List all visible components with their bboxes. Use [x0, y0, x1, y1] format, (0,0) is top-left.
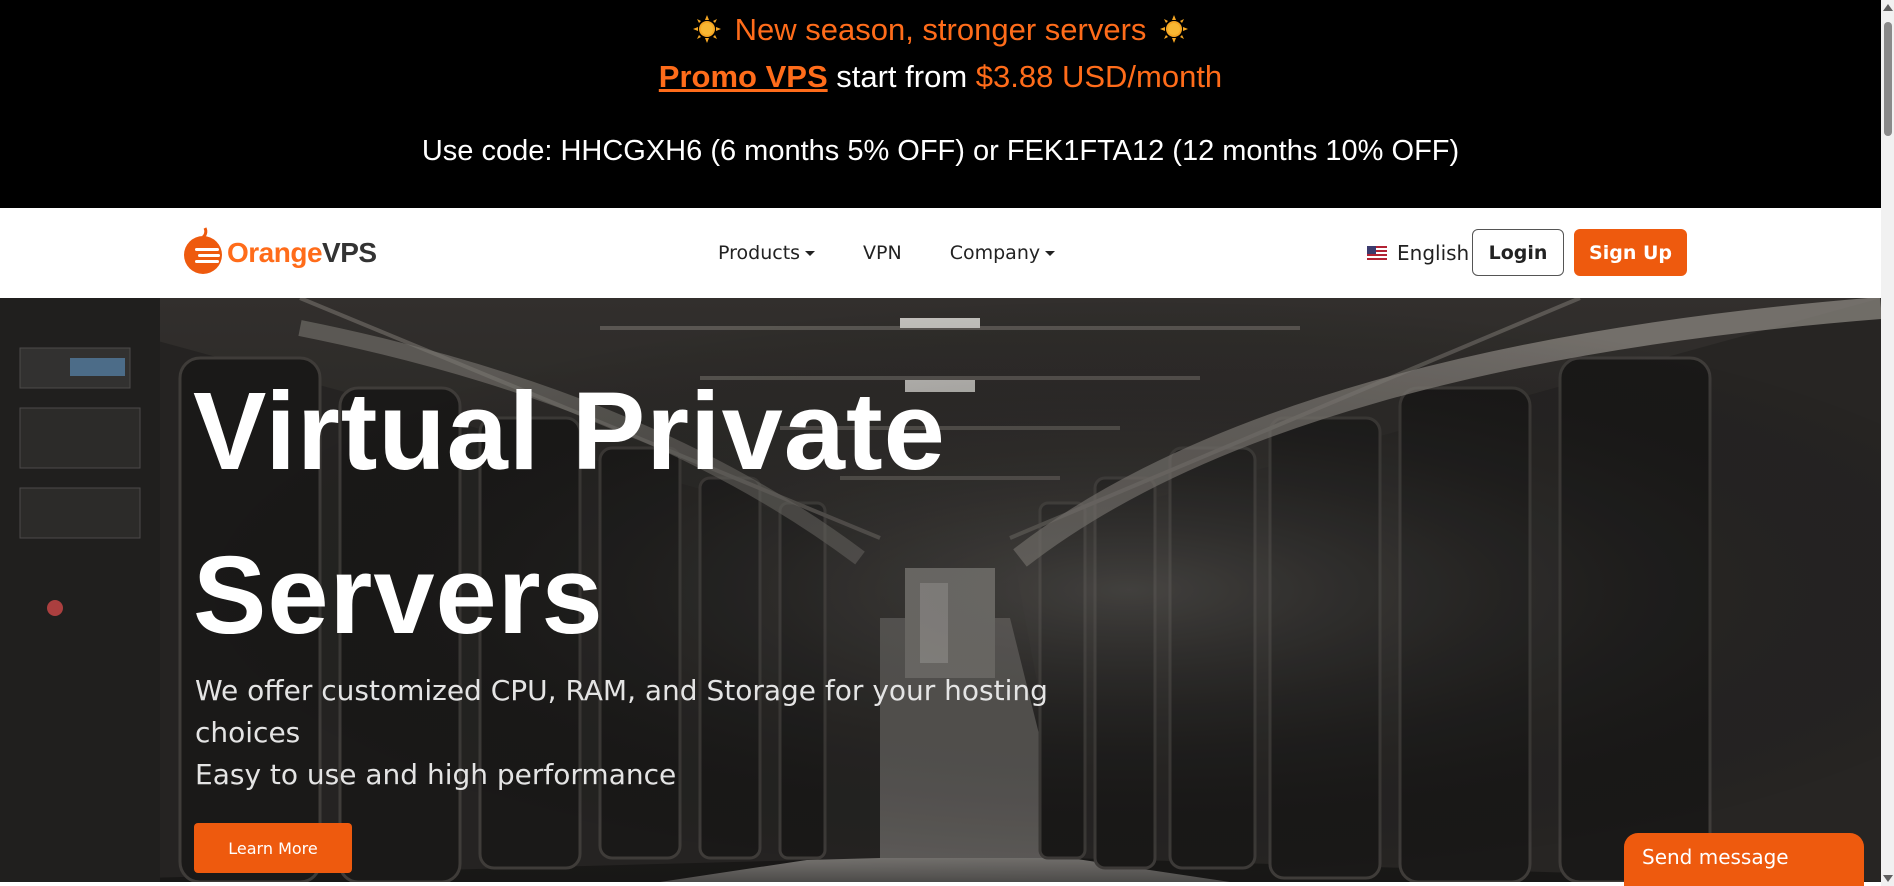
promo-headline: New season, stronger servers	[734, 12, 1147, 47]
login-button[interactable]: Login	[1472, 229, 1564, 276]
promo-vps-link[interactable]: Promo VPS	[659, 59, 828, 94]
hero-section: Virtual Private Servers We offer customi…	[0, 298, 1881, 882]
language-selector[interactable]: English	[1367, 238, 1469, 268]
sun-icon	[692, 15, 721, 43]
hero-subtitle-line3: Easy to use and high performance	[195, 758, 677, 791]
nav-products[interactable]: Products	[718, 242, 816, 264]
nav-company-label: Company	[949, 242, 1041, 264]
hero-title: Virtual Private Servers	[193, 350, 1093, 678]
learn-more-button[interactable]: Learn More	[194, 823, 352, 873]
hero-subtitle: We offer customized CPU, RAM, and Storag…	[195, 670, 1055, 796]
sun-icon	[1160, 15, 1189, 43]
promo-headline-row: New season, stronger servers	[0, 11, 1881, 49]
scroll-down-arrow-icon[interactable]	[1883, 875, 1893, 882]
promo-price: $3.88 USD/month	[975, 59, 1223, 94]
hero-subtitle-line2: choices	[195, 716, 301, 749]
send-message-chat-widget[interactable]: Send message	[1624, 833, 1864, 886]
logo-text: OrangeVPS	[227, 237, 377, 268]
promo-middle-text: start from	[827, 59, 976, 94]
promo-offer-row: Promo VPS start from $3.88 USD/month	[0, 58, 1881, 96]
hero-subtitle-line1: We offer customized CPU, RAM, and Storag…	[195, 674, 1048, 707]
caret-down-icon	[1045, 250, 1056, 256]
orange-logo-icon	[184, 227, 222, 274]
main-nav: Products VPN Company	[718, 238, 1056, 268]
scrollbar[interactable]	[1881, 0, 1894, 886]
language-label: English	[1397, 241, 1470, 265]
signup-button[interactable]: Sign Up	[1574, 229, 1687, 276]
page-bottom-strip	[0, 882, 1881, 886]
hero-title-line2: Servers	[193, 534, 604, 657]
us-flag-icon	[1367, 246, 1387, 260]
nav-vpn-label: VPN	[863, 242, 902, 264]
promo-code-text: Use code: HHCGXH6 (6 months 5% OFF) or F…	[421, 135, 1460, 167]
hero-title-line1: Virtual Private	[193, 370, 946, 493]
navbar: OrangeVPS Products VPN Company English L…	[0, 208, 1881, 298]
caret-down-icon	[805, 250, 816, 256]
nav-company[interactable]: Company	[949, 242, 1056, 264]
scroll-up-arrow-icon[interactable]	[1883, 4, 1893, 11]
scroll-thumb[interactable]	[1884, 22, 1892, 136]
promo-banner: New season, stronger servers Promo VPS s…	[0, 0, 1881, 208]
nav-vpn[interactable]: VPN	[863, 242, 902, 264]
logo[interactable]: OrangeVPS	[183, 222, 377, 278]
page: New season, stronger servers Promo VPS s…	[0, 0, 1894, 886]
nav-products-label: Products	[718, 242, 801, 264]
